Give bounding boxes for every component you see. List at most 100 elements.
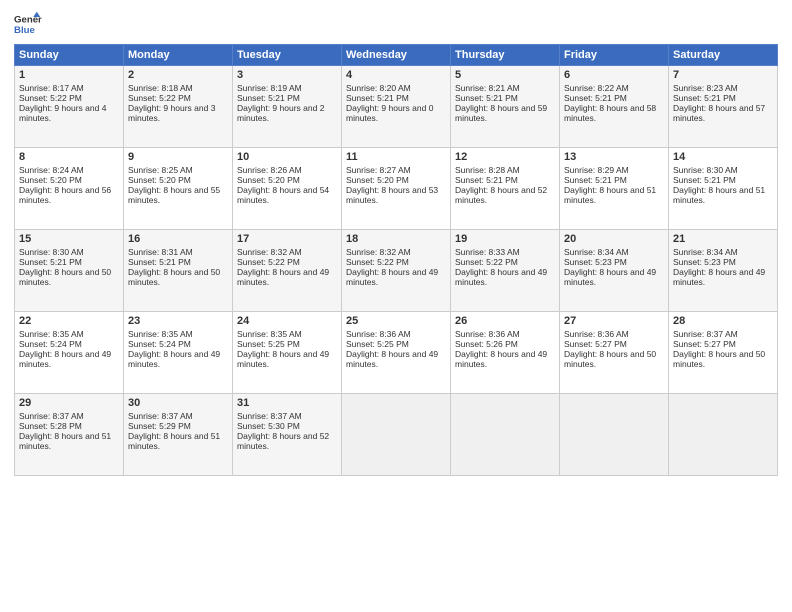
sunset: Sunset: 5:21 PM [237,93,300,103]
sunset: Sunset: 5:20 PM [346,175,409,185]
daylight-label: Daylight: 9 hours and 2 minutes. [237,103,324,123]
sunset: Sunset: 5:30 PM [237,421,300,431]
sunset: Sunset: 5:28 PM [19,421,82,431]
day-cell: 4Sunrise: 8:20 AMSunset: 5:21 PMDaylight… [342,66,451,148]
day-number: 25 [346,315,446,327]
day-number: 14 [673,151,773,163]
sunset: Sunset: 5:22 PM [19,93,82,103]
week-row-4: 22Sunrise: 8:35 AMSunset: 5:24 PMDayligh… [15,312,778,394]
day-number: 21 [673,233,773,245]
sunrise: Sunrise: 8:34 AM [673,247,738,257]
daylight-label: Daylight: 8 hours and 53 minutes. [346,185,438,205]
daylight-label: Daylight: 8 hours and 51 minutes. [128,431,220,451]
sunset: Sunset: 5:24 PM [19,339,82,349]
sunset: Sunset: 5:21 PM [455,93,518,103]
daylight-label: Daylight: 8 hours and 49 minutes. [346,349,438,369]
sunrise: Sunrise: 8:29 AM [564,165,629,175]
day-number: 30 [128,397,228,409]
daylight-label: Daylight: 8 hours and 49 minutes. [237,267,329,287]
day-number: 22 [19,315,119,327]
sunrise: Sunrise: 8:30 AM [19,247,84,257]
daylight-label: Daylight: 8 hours and 51 minutes. [673,185,765,205]
sunrise: Sunrise: 8:27 AM [346,165,411,175]
day-cell: 2Sunrise: 8:18 AMSunset: 5:22 PMDaylight… [124,66,233,148]
sunset: Sunset: 5:20 PM [237,175,300,185]
sunset: Sunset: 5:21 PM [673,175,736,185]
daylight-label: Daylight: 8 hours and 51 minutes. [19,431,111,451]
sunset: Sunset: 5:24 PM [128,339,191,349]
week-row-5: 29Sunrise: 8:37 AMSunset: 5:28 PMDayligh… [15,394,778,476]
daylight-label: Daylight: 8 hours and 50 minutes. [564,349,656,369]
sunset: Sunset: 5:21 PM [564,175,627,185]
day-cell: 6Sunrise: 8:22 AMSunset: 5:21 PMDaylight… [560,66,669,148]
day-cell: 24Sunrise: 8:35 AMSunset: 5:25 PMDayligh… [233,312,342,394]
sunrise: Sunrise: 8:32 AM [237,247,302,257]
day-cell: 1Sunrise: 8:17 AMSunset: 5:22 PMDaylight… [15,66,124,148]
daylight-label: Daylight: 8 hours and 52 minutes. [237,431,329,451]
page-container: General Blue SundayMondayTuesdayWednesda… [0,0,792,486]
sunrise: Sunrise: 8:36 AM [564,329,629,339]
header: General Blue [14,10,778,38]
day-cell: 31Sunrise: 8:37 AMSunset: 5:30 PMDayligh… [233,394,342,476]
sunset: Sunset: 5:27 PM [564,339,627,349]
sunrise: Sunrise: 8:36 AM [455,329,520,339]
day-number: 19 [455,233,555,245]
daylight-label: Daylight: 8 hours and 54 minutes. [237,185,329,205]
day-cell: 3Sunrise: 8:19 AMSunset: 5:21 PMDaylight… [233,66,342,148]
weekday-header-friday: Friday [560,45,669,66]
day-number: 29 [19,397,119,409]
day-number: 31 [237,397,337,409]
day-cell: 11Sunrise: 8:27 AMSunset: 5:20 PMDayligh… [342,148,451,230]
day-number: 8 [19,151,119,163]
weekday-header-sunday: Sunday [15,45,124,66]
day-cell: 25Sunrise: 8:36 AMSunset: 5:25 PMDayligh… [342,312,451,394]
weekday-header-monday: Monday [124,45,233,66]
sunset: Sunset: 5:22 PM [128,93,191,103]
daylight-label: Daylight: 8 hours and 52 minutes. [455,185,547,205]
sunrise: Sunrise: 8:26 AM [237,165,302,175]
sunrise: Sunrise: 8:36 AM [346,329,411,339]
daylight-label: Daylight: 8 hours and 49 minutes. [237,349,329,369]
calendar-table: SundayMondayTuesdayWednesdayThursdayFrid… [14,44,778,476]
sunrise: Sunrise: 8:35 AM [19,329,84,339]
day-cell: 8Sunrise: 8:24 AMSunset: 5:20 PMDaylight… [15,148,124,230]
sunrise: Sunrise: 8:18 AM [128,83,193,93]
sunset: Sunset: 5:26 PM [455,339,518,349]
day-number: 15 [19,233,119,245]
day-cell: 21Sunrise: 8:34 AMSunset: 5:23 PMDayligh… [669,230,778,312]
day-cell: 20Sunrise: 8:34 AMSunset: 5:23 PMDayligh… [560,230,669,312]
logo-icon: General Blue [14,10,42,38]
daylight-label: Daylight: 8 hours and 49 minutes. [128,349,220,369]
daylight-label: Daylight: 8 hours and 49 minutes. [19,349,111,369]
day-number: 1 [19,69,119,81]
sunset: Sunset: 5:21 PM [673,93,736,103]
daylight-label: Daylight: 8 hours and 51 minutes. [564,185,656,205]
sunrise: Sunrise: 8:17 AM [19,83,84,93]
sunset: Sunset: 5:23 PM [564,257,627,267]
day-cell: 23Sunrise: 8:35 AMSunset: 5:24 PMDayligh… [124,312,233,394]
day-cell: 19Sunrise: 8:33 AMSunset: 5:22 PMDayligh… [451,230,560,312]
sunrise: Sunrise: 8:37 AM [673,329,738,339]
daylight-label: Daylight: 8 hours and 49 minutes. [564,267,656,287]
sunset: Sunset: 5:20 PM [128,175,191,185]
day-cell: 7Sunrise: 8:23 AMSunset: 5:21 PMDaylight… [669,66,778,148]
sunrise: Sunrise: 8:37 AM [19,411,84,421]
daylight-label: Daylight: 8 hours and 50 minutes. [128,267,220,287]
sunrise: Sunrise: 8:22 AM [564,83,629,93]
day-cell: 16Sunrise: 8:31 AMSunset: 5:21 PMDayligh… [124,230,233,312]
day-cell: 9Sunrise: 8:25 AMSunset: 5:20 PMDaylight… [124,148,233,230]
day-cell: 17Sunrise: 8:32 AMSunset: 5:22 PMDayligh… [233,230,342,312]
day-number: 13 [564,151,664,163]
sunrise: Sunrise: 8:35 AM [237,329,302,339]
sunrise: Sunrise: 8:23 AM [673,83,738,93]
daylight-label: Daylight: 8 hours and 50 minutes. [19,267,111,287]
day-number: 7 [673,69,773,81]
day-cell: 29 Sunrise: 8:37 AMSunset: 5:28 PMDayligh… [15,394,124,476]
sunrise: Sunrise: 8:34 AM [564,247,629,257]
day-number: 18 [346,233,446,245]
sunset: Sunset: 5:21 PM [346,93,409,103]
sunrise: Sunrise: 8:37 AM [128,411,193,421]
day-number: 4 [346,69,446,81]
daylight-label: Daylight: 8 hours and 58 minutes. [564,103,656,123]
day-cell: 13 Sunrise: 8:29 AMSunset: 5:21 PMDayligh… [560,148,669,230]
